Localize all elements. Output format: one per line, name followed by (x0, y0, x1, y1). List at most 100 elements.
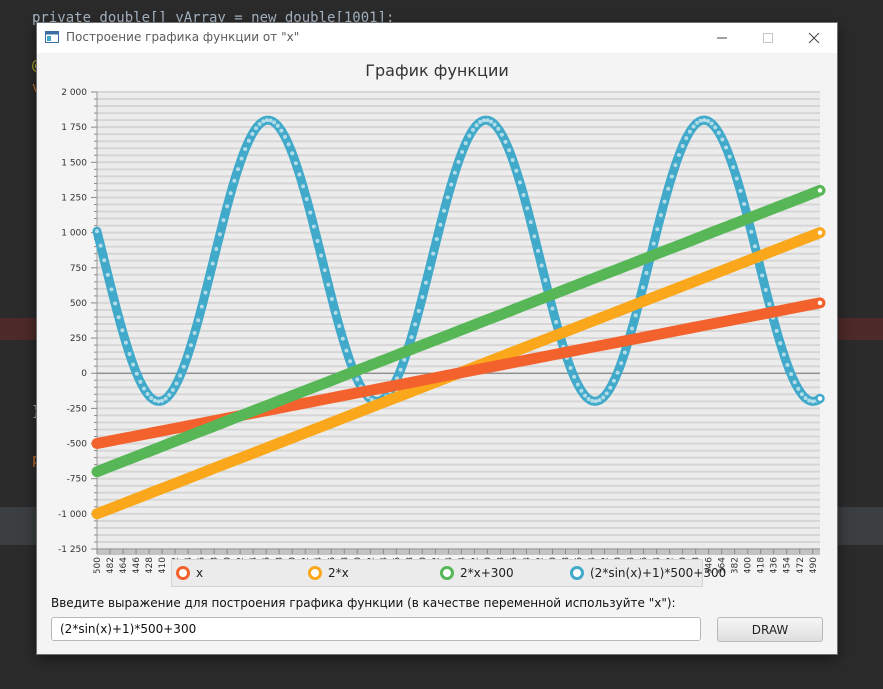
x-tick-label: 418 (757, 557, 767, 573)
minimize-button[interactable] (699, 23, 745, 53)
series-point (586, 397, 591, 402)
series-point (337, 324, 342, 329)
series-point (492, 122, 497, 127)
series-point (196, 318, 201, 323)
series-point (709, 121, 714, 126)
series-point (120, 328, 125, 333)
series-point (203, 290, 208, 295)
series-point (615, 370, 620, 375)
series-point (221, 218, 226, 223)
series-point (633, 313, 638, 318)
y-tick-label: 750 (70, 264, 87, 274)
series-point (601, 395, 606, 400)
chart-plot: -1 250 -1 000 -750 -500 -250 0 250 500 750 1 000 1… (58, 88, 826, 573)
series-point (152, 398, 157, 403)
series-point (677, 153, 682, 158)
draw-button[interactable]: DRAW (717, 617, 823, 642)
series-point (789, 372, 794, 377)
series-point (199, 304, 204, 309)
series-point (698, 118, 703, 123)
series-point (333, 310, 338, 315)
series-point (113, 301, 118, 306)
chart-legend: x 2*x 2*x+300 (2*sin(x)+1)*500+300 (171, 559, 726, 587)
series-point (449, 182, 454, 187)
x-tick-label: -482 (106, 557, 116, 573)
series-point (170, 387, 175, 392)
title-bar[interactable]: Построение графика функции от "x" (37, 23, 837, 53)
series-point (261, 119, 266, 124)
series-point (207, 276, 212, 281)
y-tick-label: -1 250 (58, 545, 87, 555)
series-point (662, 199, 667, 204)
series-point (423, 280, 428, 285)
series-point (767, 302, 772, 307)
series-end-marker (815, 393, 825, 404)
series-point (163, 396, 168, 401)
series-point (279, 128, 284, 133)
x-tick-label: -500 (93, 557, 103, 573)
series-point (680, 143, 685, 148)
series-point (268, 118, 273, 123)
series-point (301, 184, 306, 189)
series-point (123, 340, 128, 345)
series-point (705, 119, 710, 124)
series-point (781, 352, 786, 357)
series-end-marker (815, 298, 825, 308)
y-tick-label: 500 (70, 299, 87, 309)
series-point (720, 137, 725, 142)
maximize-icon (763, 33, 773, 43)
app-window-icon (45, 31, 59, 43)
series-point (185, 354, 190, 359)
series-point (250, 131, 255, 136)
series-point (763, 287, 768, 292)
series-point (651, 241, 656, 246)
series-point (644, 270, 649, 275)
series-point (192, 331, 197, 336)
series-point (752, 244, 757, 249)
series-point (235, 167, 240, 172)
line-chart: График функции -1 250 -1 000 -750 -500 -250 0… (37, 53, 837, 573)
series-point (684, 136, 689, 141)
series-point (590, 398, 595, 403)
series-point (232, 178, 237, 183)
y-tick-label: -1 000 (58, 510, 87, 520)
series-point (742, 201, 747, 206)
legend-item-sin: (2*sin(x)+1)*500+300 (570, 566, 726, 580)
series-point (178, 373, 183, 378)
series-point (131, 362, 136, 367)
series-point (409, 335, 414, 340)
series-point (536, 248, 541, 253)
series-point (116, 315, 121, 320)
series-point (181, 364, 186, 369)
x-tick-label: 382 (731, 557, 741, 573)
series-point (463, 141, 468, 146)
x-tick-label: -446 (132, 557, 142, 573)
minimize-icon (717, 37, 727, 39)
series-point (481, 118, 486, 123)
app-window: Построение графика функции от "x" График… (37, 23, 837, 654)
series-point (724, 145, 729, 150)
series-point (98, 243, 103, 248)
series-point (778, 341, 783, 346)
legend-item-x: x (176, 566, 203, 580)
series-point (420, 295, 425, 300)
series-point (188, 343, 193, 348)
series-point (109, 287, 114, 292)
maximize-button[interactable] (745, 23, 791, 53)
series-point (344, 348, 349, 353)
y-tick-label: -500 (67, 440, 88, 450)
y-tick-label: 2 000 (61, 88, 87, 98)
series-point (340, 336, 345, 341)
series-point (434, 237, 439, 242)
series-end-marker (815, 185, 825, 196)
series-point (514, 168, 519, 173)
x-tick-label: -428 (145, 557, 155, 573)
series-point (510, 157, 515, 162)
series-point (579, 388, 584, 393)
close-button[interactable] (791, 23, 837, 53)
expression-input[interactable] (51, 617, 701, 641)
legend-label: 2*x (328, 566, 349, 580)
series-point (785, 362, 790, 367)
series-point (496, 126, 501, 131)
series-point (308, 210, 313, 215)
